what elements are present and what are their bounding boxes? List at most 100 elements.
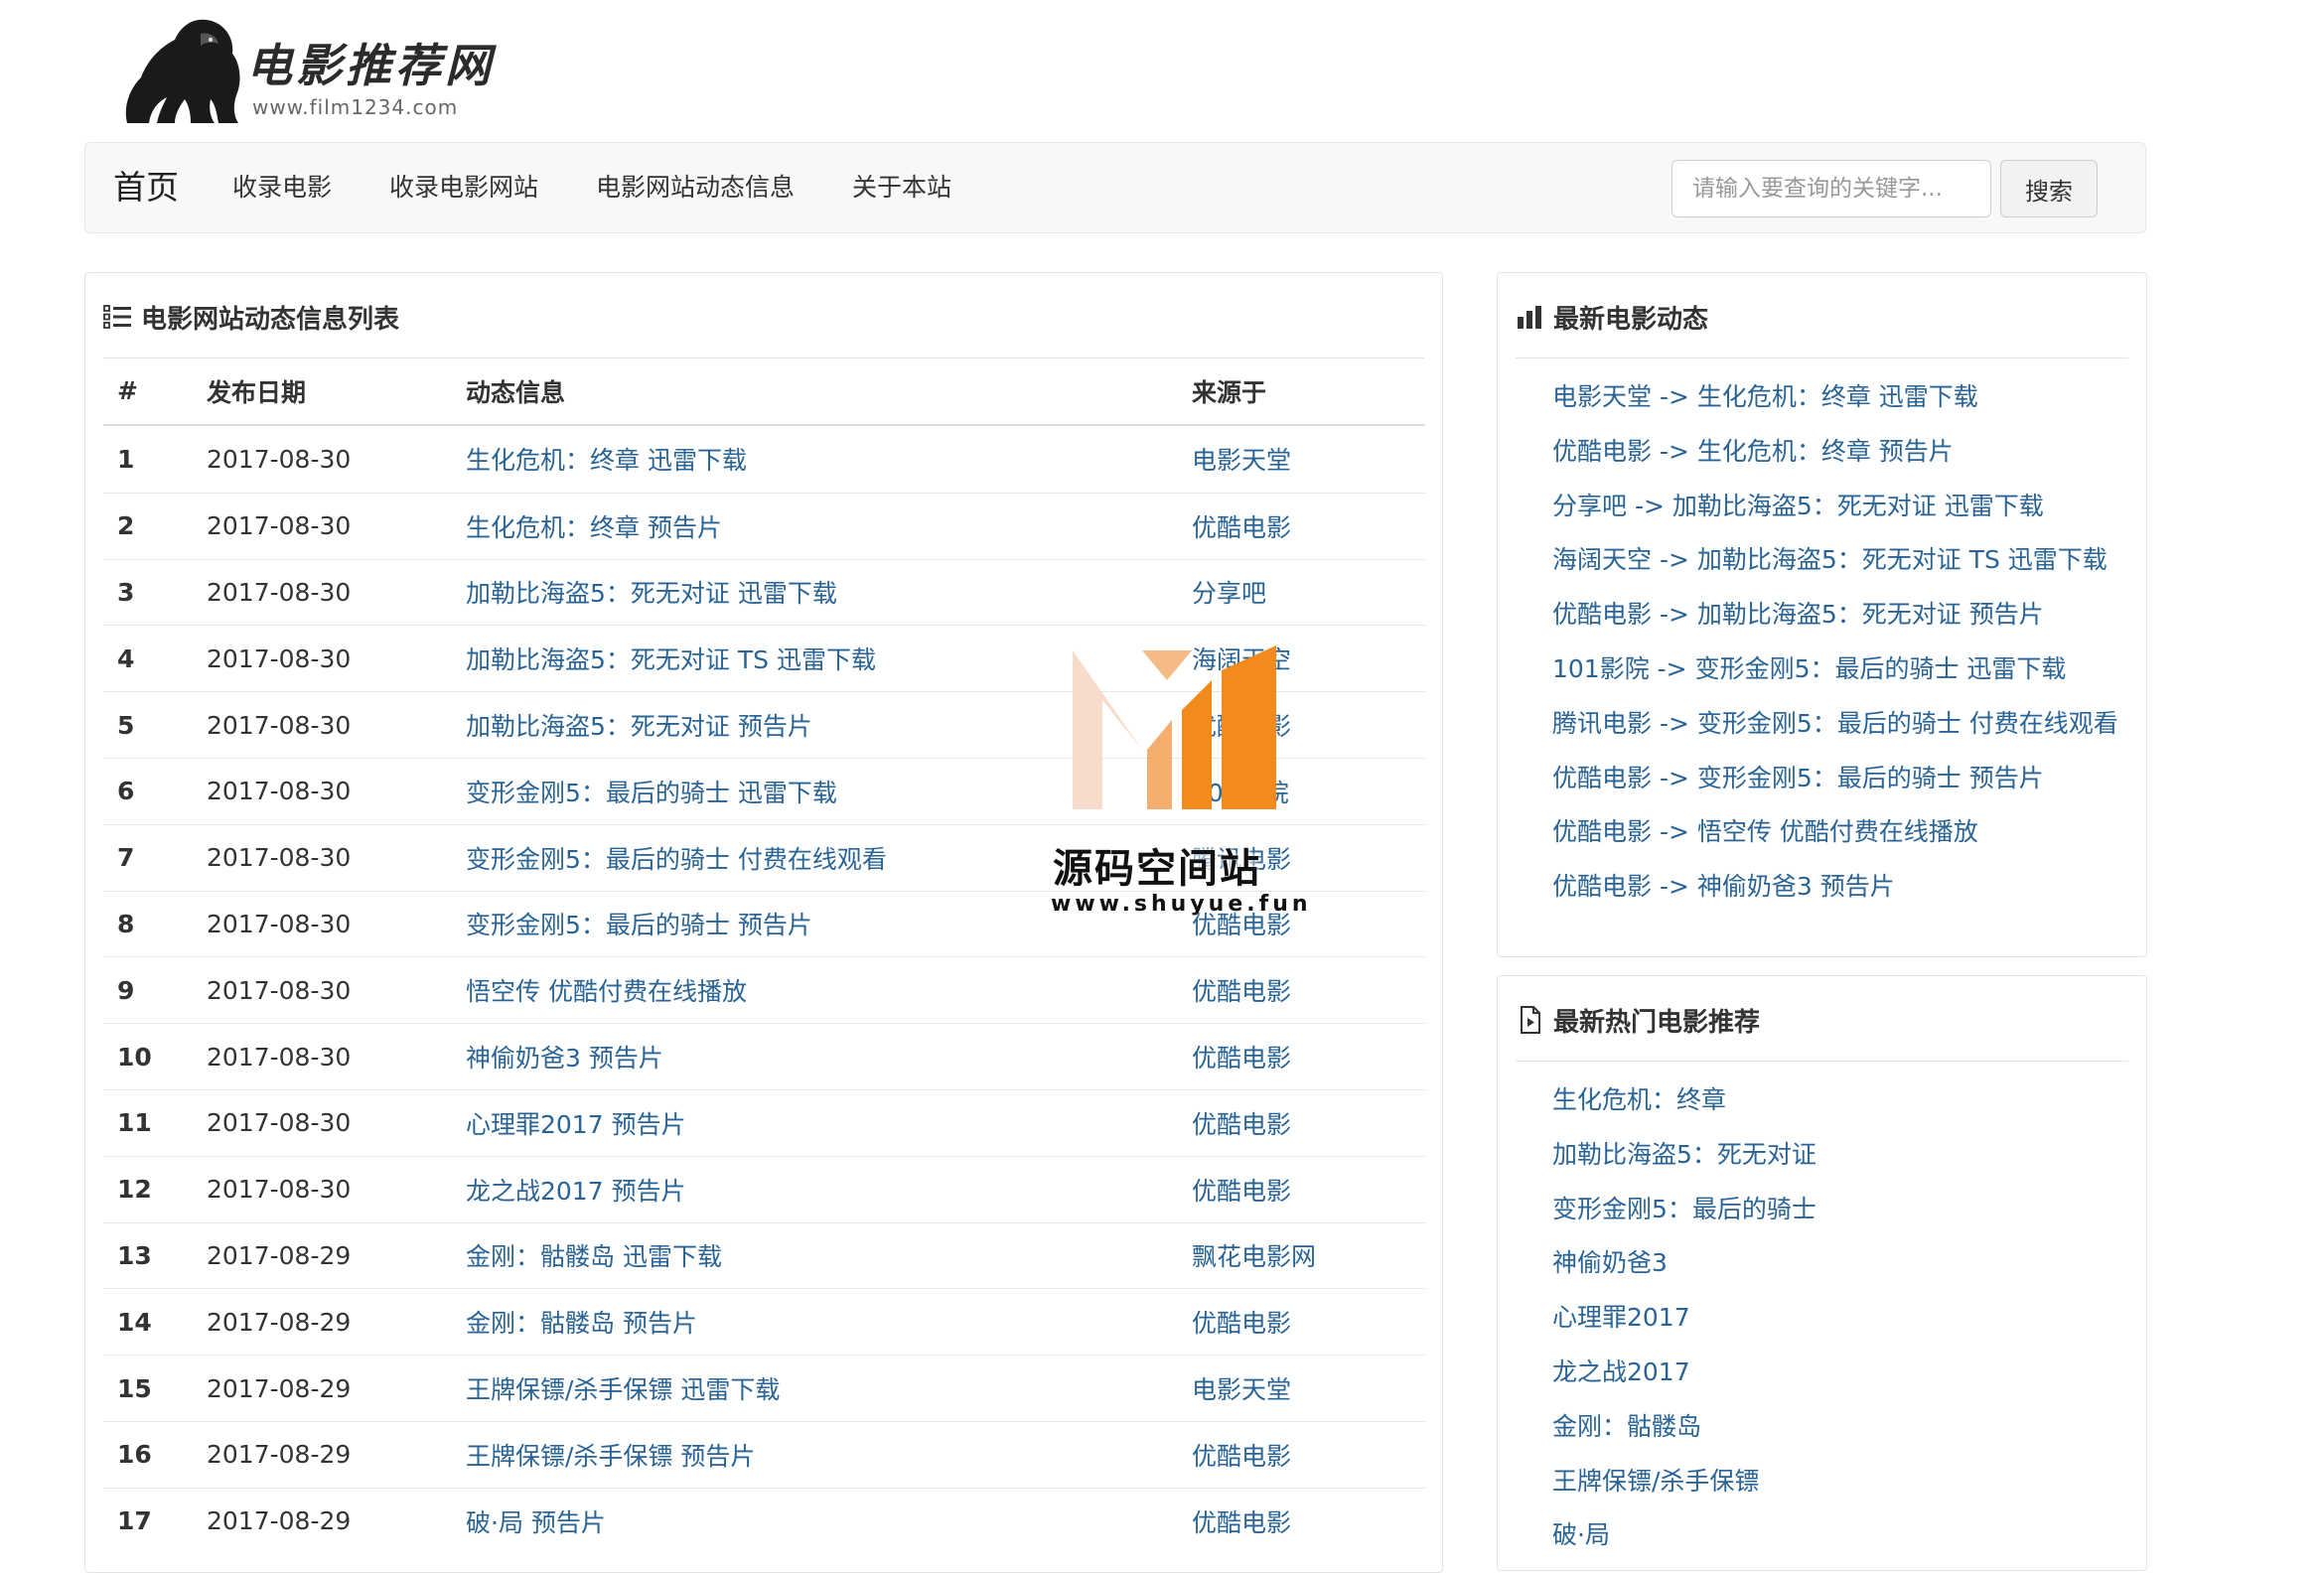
table-row: 7 2017-08-30 变形金刚5：最后的骑士 付费在线观看 腾讯电影 (103, 823, 1425, 891)
row-source-link[interactable]: 优酷电影 (1192, 1489, 1291, 1554)
row-number: 13 (117, 1240, 152, 1270)
row-number: 2 (117, 511, 135, 541)
list-item[interactable]: 分享吧 -> 加勒比海盗5：死无对证 迅雷下载 (1552, 480, 2118, 534)
table-row: 1 2017-08-30 生化危机：终章 迅雷下载 电影天堂 (103, 426, 1425, 493)
column-header-source: 来源于 (1192, 377, 1267, 407)
row-date: 2017-08-30 (207, 644, 352, 673)
table-row: 17 2017-08-29 破·局 预告片 优酷电影 (103, 1487, 1425, 1554)
row-date: 2017-08-29 (207, 1240, 352, 1270)
list-item[interactable]: 金刚：骷髅岛 (1552, 1400, 1816, 1455)
updates-list-panel: 电影网站动态信息列表 # 发布日期 动态信息 来源于 1 2017-08-30 生化… (84, 272, 1443, 1573)
nav-movie-sites[interactable]: 收录电影网站 (389, 143, 538, 232)
row-info-link[interactable]: 悟空传 优酷付费在线播放 (466, 957, 747, 1023)
row-source-link[interactable]: 腾讯电影 (1192, 825, 1291, 891)
bar-chart-icon (1518, 306, 1541, 329)
row-source-link[interactable]: 分享吧 (1192, 560, 1266, 626)
row-info-link[interactable]: 加勒比海盗5：死无对证 TS 迅雷下载 (466, 626, 876, 691)
panel-heading: 最新电影动态 (1516, 273, 2128, 358)
table-row: 8 2017-08-30 变形金刚5：最后的骑士 预告片 优酷电影 (103, 890, 1425, 957)
list-item[interactable]: 腾讯电影 -> 变形金刚5：最后的骑士 付费在线观看 (1552, 697, 2118, 752)
updates-table: # 发布日期 动态信息 来源于 1 2017-08-30 生化危机：终章 迅雷下载电… (103, 358, 1425, 1554)
row-source-link[interactable]: 优酷电影 (1192, 957, 1291, 1023)
row-number: 6 (117, 777, 135, 806)
list-icon (103, 305, 131, 329)
row-info-link[interactable]: 破·局 预告片 (466, 1489, 606, 1554)
row-date: 2017-08-30 (207, 909, 352, 938)
row-source-link[interactable]: 101影院 (1192, 759, 1289, 824)
list-item[interactable]: 优酷电影 -> 加勒比海盗5：死无对证 预告片 (1552, 588, 2118, 643)
row-info-link[interactable]: 王牌保镖/杀手保镖 预告片 (466, 1422, 755, 1488)
row-source-link[interactable]: 海阔天空 (1192, 626, 1291, 691)
row-number: 16 (117, 1440, 152, 1470)
row-source-link[interactable]: 优酷电影 (1192, 1157, 1291, 1222)
nav-movies[interactable]: 收录电影 (232, 143, 332, 232)
search-input[interactable] (1671, 160, 1991, 217)
list-item[interactable]: 优酷电影 -> 生化危机：终章 预告片 (1552, 425, 2118, 480)
row-date: 2017-08-30 (207, 975, 352, 1005)
row-date: 2017-08-29 (207, 1373, 352, 1403)
list-item[interactable]: 优酷电影 -> 神偷奶爸3 预告片 (1552, 860, 2118, 915)
table-row: 3 2017-08-30 加勒比海盗5：死无对证 迅雷下载 分享吧 (103, 558, 1425, 626)
row-info-link[interactable]: 金刚：骷髅岛 预告片 (466, 1289, 697, 1355)
row-info-link[interactable]: 变形金刚5：最后的骑士 付费在线观看 (466, 825, 887, 891)
row-source-link[interactable]: 优酷电影 (1192, 1422, 1291, 1488)
row-info-link[interactable]: 金刚：骷髅岛 迅雷下载 (466, 1223, 722, 1289)
panel-heading: 电影网站动态信息列表 (103, 273, 1424, 358)
table-row: 13 2017-08-29 金刚：骷髅岛 迅雷下载 飘花电影网 (103, 1221, 1425, 1289)
row-source-link[interactable]: 优酷电影 (1192, 494, 1291, 559)
list-item[interactable]: 王牌保镖/杀手保镖 (1552, 1455, 1816, 1509)
row-source-link[interactable]: 电影天堂 (1192, 1356, 1291, 1421)
nav-home[interactable]: 首页 (113, 143, 179, 232)
row-info-link[interactable]: 王牌保镖/杀手保镖 迅雷下载 (466, 1356, 780, 1421)
row-number: 1 (117, 444, 135, 474)
latest-updates-panel: 最新电影动态 电影天堂 -> 生化危机：终章 迅雷下载 优酷电影 -> 生化危机… (1497, 272, 2147, 957)
row-source-link[interactable]: 优酷电影 (1192, 892, 1291, 957)
row-date: 2017-08-30 (207, 511, 352, 541)
row-info-link[interactable]: 加勒比海盗5：死无对证 迅雷下载 (466, 560, 837, 626)
list-item[interactable]: 生化危机：终章 (1552, 1073, 1816, 1128)
site-logo[interactable]: 电影推荐网 www.film1234.com (119, 12, 516, 126)
panel-title: 最新电影动态 (1553, 305, 1709, 335)
row-info-link[interactable]: 龙之战2017 预告片 (466, 1157, 686, 1222)
list-item[interactable]: 龙之战2017 (1552, 1346, 1816, 1400)
list-item[interactable]: 电影天堂 -> 生化危机：终章 迅雷下载 (1552, 370, 2118, 425)
row-source-link[interactable]: 优酷电影 (1192, 1090, 1291, 1156)
list-item[interactable]: 破·局 (1552, 1508, 1816, 1563)
row-date: 2017-08-30 (207, 710, 352, 740)
row-source-link[interactable]: 优酷电影 (1192, 692, 1291, 758)
row-source-link[interactable]: 优酷电影 (1192, 1024, 1291, 1089)
row-info-link[interactable]: 变形金刚5：最后的骑士 预告片 (466, 892, 812, 957)
list-item[interactable]: 心理罪2017 (1552, 1291, 1816, 1346)
list-item[interactable]: 海阔天空 -> 加勒比海盗5：死无对证 TS 迅雷下载 (1552, 533, 2118, 588)
row-number: 5 (117, 710, 135, 740)
row-number: 11 (117, 1108, 152, 1138)
row-source-link[interactable]: 电影天堂 (1192, 426, 1291, 493)
search-button[interactable]: 搜索 (2000, 160, 2098, 217)
row-number: 7 (117, 843, 135, 873)
list-item[interactable]: 加勒比海盗5：死无对证 (1552, 1128, 1816, 1183)
nav-site-updates[interactable]: 电影网站动态信息 (596, 143, 795, 232)
list-item[interactable]: 变形金刚5：最后的骑士 (1552, 1183, 1816, 1237)
logo-url: www.film1234.com (252, 95, 459, 119)
list-item[interactable]: 优酷电影 -> 悟空传 优酷付费在线播放 (1552, 805, 2118, 860)
row-source-link[interactable]: 优酷电影 (1192, 1289, 1291, 1355)
row-info-link[interactable]: 神偷奶爸3 预告片 (466, 1024, 663, 1089)
latest-updates-list: 电影天堂 -> 生化危机：终章 迅雷下载 优酷电影 -> 生化危机：终章 预告片… (1552, 370, 2118, 915)
row-number: 3 (117, 577, 135, 607)
row-info-link[interactable]: 生化危机：终章 迅雷下载 (466, 426, 747, 493)
row-number: 4 (117, 644, 135, 673)
nav-about[interactable]: 关于本站 (852, 143, 951, 232)
list-item[interactable]: 优酷电影 -> 变形金刚5：最后的骑士 预告片 (1552, 752, 2118, 806)
list-item[interactable]: 101影院 -> 变形金刚5：最后的骑士 迅雷下载 (1552, 643, 2118, 697)
row-date: 2017-08-30 (207, 1175, 352, 1205)
row-info-link[interactable]: 加勒比海盗5：死无对证 预告片 (466, 692, 812, 758)
row-number: 14 (117, 1307, 152, 1337)
row-info-link[interactable]: 生化危机：终章 预告片 (466, 494, 722, 559)
row-info-link[interactable]: 心理罪2017 预告片 (466, 1090, 686, 1156)
row-info-link[interactable]: 变形金刚5：最后的骑士 迅雷下载 (466, 759, 837, 824)
gorilla-logo-icon (125, 19, 240, 123)
list-item[interactable]: 神偷奶爸3 (1552, 1236, 1816, 1291)
table-header: # 发布日期 动态信息 来源于 (103, 358, 1425, 426)
row-source-link[interactable]: 飘花电影网 (1192, 1223, 1316, 1289)
table-row: 2 2017-08-30 生化危机：终章 预告片 优酷电影 (103, 492, 1425, 559)
